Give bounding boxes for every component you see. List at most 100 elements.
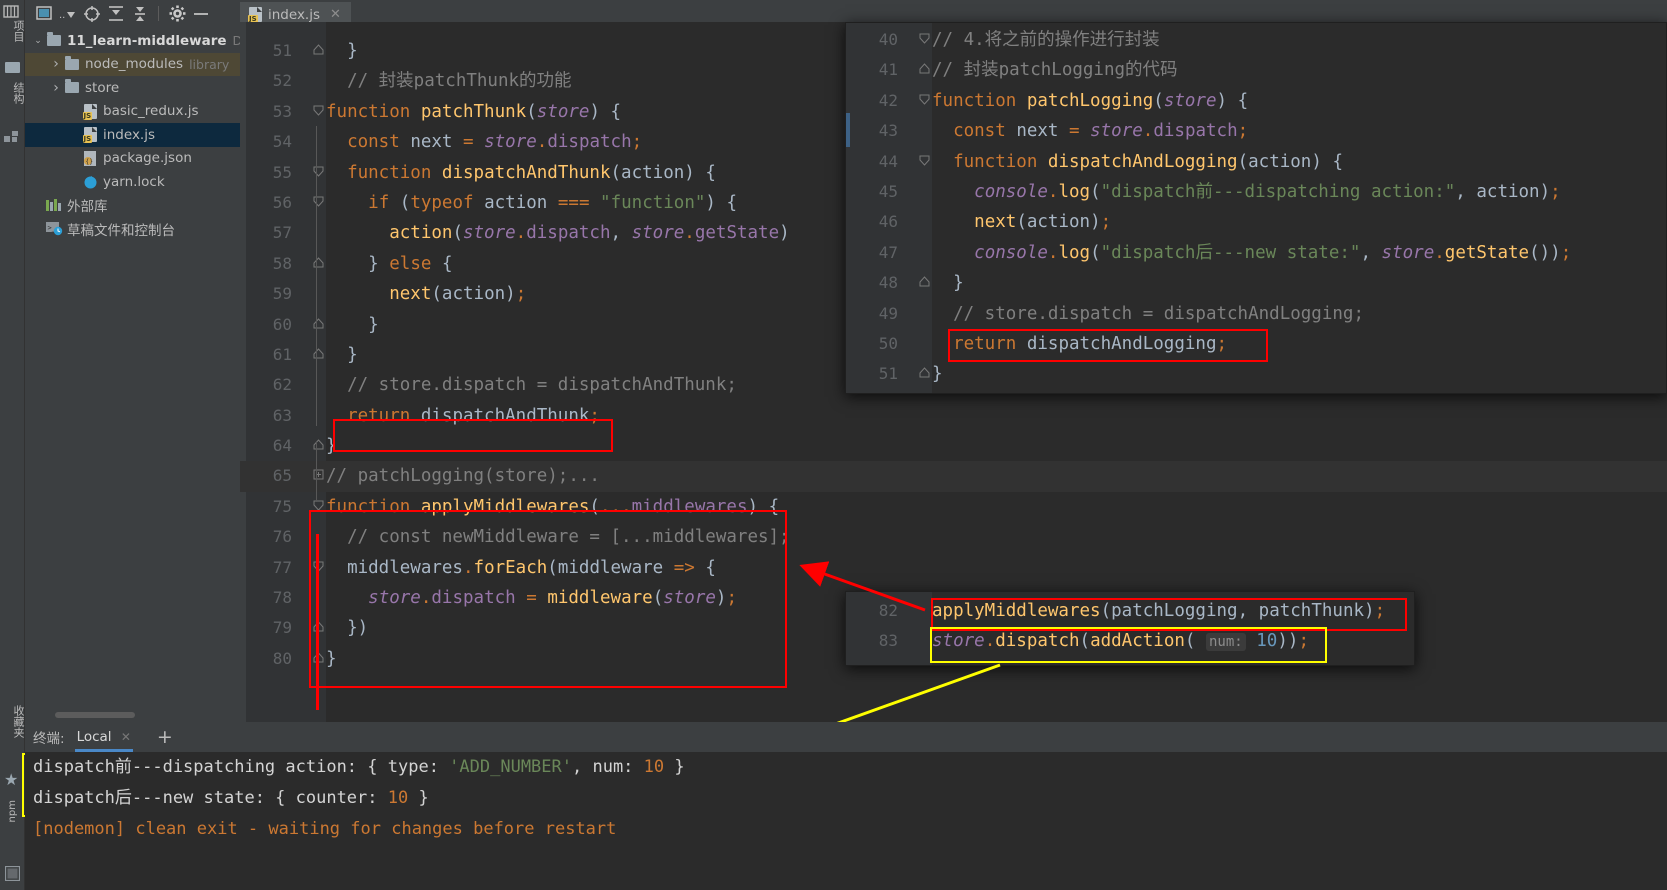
npm-tool-label[interactable]: npm — [7, 800, 18, 822]
line-number: 76 — [272, 527, 292, 547]
fold-caret-icon[interactable] — [310, 158, 326, 188]
terminal-tab-local[interactable]: Local ✕ — [69, 727, 139, 752]
code-line[interactable]: 83 store.dispatch(addAction( num: 10)); — [846, 626, 1414, 656]
fold-minus-icon[interactable] — [310, 249, 326, 279]
js-file-icon — [81, 103, 99, 120]
folder-icon — [63, 79, 81, 94]
code-line[interactable]: 41 // 封装patchLogging的代码 — [846, 55, 1666, 85]
tab-close-icon[interactable]: ✕ — [330, 7, 341, 22]
code-line-text: next(action); — [389, 284, 527, 305]
chevron-down-icon[interactable]: ⌄ — [31, 36, 45, 46]
code-line[interactable]: 40 // 4.将之前的操作进行封装 — [846, 25, 1666, 55]
line-number: 52 — [272, 71, 292, 91]
tree-item-node_modules[interactable]: › node_modules library — [25, 52, 240, 76]
code-line[interactable]: 42 function patchLogging(store) { — [846, 86, 1666, 116]
code-line[interactable]: 75 function applyMiddlewares(...middlewar… — [240, 492, 1667, 522]
code-line[interactable]: 50 return dispatchAndLogging; — [846, 329, 1666, 359]
terminal-header: 终端: Local ✕ + — [25, 722, 1667, 752]
fold-minus-icon[interactable] — [310, 431, 326, 461]
code-line-text: const next = store.dispatch; — [953, 121, 1249, 142]
code-line[interactable]: 77 middlewares.forEach(middleware => { — [240, 553, 1667, 583]
chevron-right-icon[interactable]: › — [49, 80, 63, 96]
terminal-line: dispatch后---new state: { counter: 10 } — [33, 788, 429, 808]
code-line[interactable]: 65 // patchLogging(store);... — [240, 461, 1667, 492]
fold-caret-icon[interactable] — [310, 492, 326, 522]
tree-item-yarn-lock[interactable]: yarn.lock — [25, 170, 240, 194]
line-number: 42 — [878, 90, 898, 110]
chevron-right-icon[interactable]: › — [49, 56, 63, 72]
star-icon[interactable]: ★ — [4, 770, 18, 789]
code-line[interactable]: 64} — [240, 431, 1667, 461]
tree-item-11_learn-middleware[interactable]: ⌄11_learn-middlewareD: — [25, 29, 246, 53]
code-line-text: // patchLogging(store);... — [326, 466, 600, 487]
fold-minus-icon[interactable] — [916, 359, 932, 389]
fold-minus-icon[interactable] — [916, 268, 932, 298]
code-line-text: return dispatchAndThunk; — [347, 405, 600, 426]
project-h-scrollbar[interactable] — [55, 712, 135, 718]
fold-caret-icon[interactable] — [916, 86, 932, 116]
terminal-add-tab-button[interactable]: + — [157, 726, 173, 748]
code-line-text: if (typeof action === "function") { — [368, 192, 738, 213]
fold-caret-icon[interactable] — [310, 97, 326, 127]
settings-gear-icon[interactable] — [166, 3, 188, 25]
tree-item-store[interactable]: › store — [25, 76, 240, 100]
expand-all-icon[interactable] — [105, 3, 127, 25]
line-number: 40 — [878, 30, 898, 49]
fold-region-line — [316, 442, 317, 502]
code-line[interactable]: 76 // const newMiddleware = [...middlewa… — [240, 522, 1667, 552]
code-line[interactable]: 48 } — [846, 268, 1666, 298]
code-line[interactable]: 49 // store.dispatch = dispatchAndLoggin… — [846, 299, 1666, 329]
fold-plus-icon[interactable] — [310, 461, 326, 491]
terminal-output[interactable]: dispatch前---dispatching action: { type: … — [25, 752, 1667, 890]
tree-item-index-js[interactable]: index.js — [25, 123, 240, 147]
code-line-text: } — [932, 364, 943, 385]
minimize-icon[interactable] — [190, 3, 212, 25]
folder-icon — [63, 55, 81, 70]
tree-item-basic_redux-js[interactable]: basic_redux.js — [25, 100, 240, 124]
line-number: 55 — [272, 162, 292, 182]
fold-caret-icon[interactable] — [310, 188, 326, 218]
code-line-text: applyMiddlewares(patchLogging, patchThun… — [932, 601, 1386, 621]
window-icon[interactable] — [33, 3, 55, 25]
project-toolbar: .. — [25, 0, 240, 27]
code-line[interactable]: 63 return dispatchAndThunk; — [240, 401, 1667, 431]
code-line[interactable]: 43 const next = store.dispatch; — [846, 116, 1666, 146]
line-number: 58 — [272, 253, 292, 273]
code-line[interactable]: 82 applyMiddlewares(patchLogging, patchTh… — [846, 596, 1414, 626]
code-line-text: function patchLogging(store) { — [932, 90, 1249, 111]
code-line[interactable]: 51} — [846, 359, 1666, 389]
fold-minus-icon[interactable] — [310, 310, 326, 340]
code-line-text: } else { — [368, 253, 453, 274]
terminal-tab-close-icon[interactable]: ✕ — [121, 730, 131, 744]
project-panel: .. ⌄11_learn-middlewareD:›node_modulesli… — [25, 0, 246, 722]
tree-item-package-json[interactable]: {} package.json — [25, 147, 240, 171]
line-number: 65 — [272, 466, 292, 486]
fold-minus-icon[interactable] — [916, 55, 932, 85]
code-line-text: } — [326, 648, 337, 669]
code-line[interactable]: 44 function dispatchAndLogging(action) { — [846, 147, 1666, 177]
tree-item-草稿文件和控制台[interactable]: >_ 草稿文件和控制台 — [25, 217, 240, 241]
fold-minus-icon[interactable] — [310, 36, 326, 66]
code-line-text: function applyMiddlewares(...middlewares… — [326, 496, 780, 517]
fold-caret-icon[interactable] — [916, 147, 932, 177]
tab-label: index.js — [268, 6, 321, 23]
fold-minus-icon[interactable] — [310, 340, 326, 370]
code-line-text: } — [326, 436, 337, 457]
terminal-title: 终端: — [33, 731, 65, 747]
locate-icon[interactable] — [81, 3, 103, 25]
code-line-text: store.dispatch = middleware(store); — [368, 588, 738, 609]
dropdown-icon[interactable]: .. — [57, 3, 79, 25]
fold-caret-icon[interactable] — [916, 25, 932, 55]
line-number: 51 — [272, 41, 292, 60]
code-line[interactable]: 45 console.log("dispatch前---dispatching … — [846, 177, 1666, 207]
terminal-toggle-icon[interactable] — [4, 865, 21, 885]
code-line-text: // store.dispatch = dispatchAndThunk; — [347, 375, 737, 396]
code-line-text: } — [368, 314, 379, 335]
collapse-all-icon[interactable] — [129, 3, 151, 25]
code-line[interactable]: 47 console.log("dispatch后---new state:",… — [846, 238, 1666, 268]
scratch-icon: >_ — [45, 221, 63, 236]
line-number: 61 — [272, 344, 292, 364]
tree-item-外部库[interactable]: 外部库 — [25, 194, 240, 218]
tree-item-label: store — [85, 79, 120, 96]
code-line[interactable]: 46 next(action); — [846, 207, 1666, 237]
